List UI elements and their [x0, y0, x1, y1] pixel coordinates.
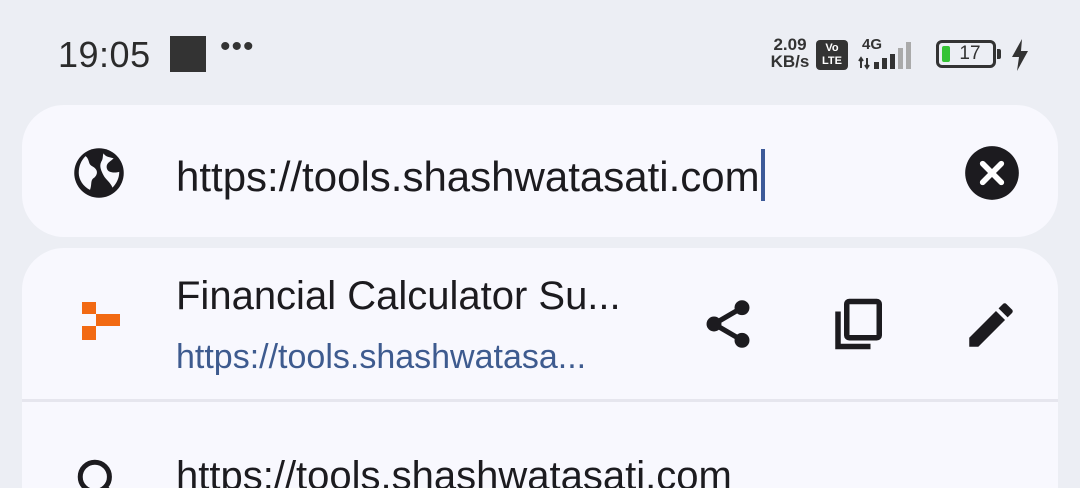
- notification-icon: [170, 36, 206, 72]
- signal-icon: 4G: [858, 36, 922, 72]
- search-icon: [77, 459, 112, 488]
- status-bar: 19:05 ••• 2.09 KB/s Vo LTE 4G 17: [0, 0, 1080, 100]
- volte-top-label: Vo: [825, 42, 839, 54]
- more-notifications-icon: •••: [220, 30, 255, 63]
- network-speed: 2.09 KB/s: [766, 36, 814, 70]
- signal-bars-icon: [858, 42, 911, 70]
- url-bar[interactable]: https://tools.shashwatasati.com: [22, 105, 1058, 237]
- network-speed-unit: KB/s: [770, 52, 810, 71]
- clear-icon[interactable]: [964, 145, 1020, 201]
- volte-icon: Vo LTE: [816, 40, 848, 70]
- battery-level: 17: [959, 43, 981, 64]
- copy-icon[interactable]: [828, 294, 888, 354]
- suggestion-title: Financial Calculator Su...: [176, 274, 621, 318]
- battery-icon: 17: [936, 40, 996, 68]
- edit-icon[interactable]: [962, 296, 1020, 354]
- suggestion-item[interactable]: Financial Calculator Su... https://tools…: [22, 248, 1058, 400]
- status-time: 19:05: [58, 34, 151, 75]
- network-speed-value: 2.09: [773, 35, 807, 54]
- suggestions-list: Financial Calculator Su... https://tools…: [22, 248, 1058, 488]
- volte-bottom-label: LTE: [822, 55, 842, 67]
- share-icon[interactable]: [700, 296, 756, 352]
- text-caret: [760, 149, 765, 201]
- url-input-text[interactable]: https://tools.shashwatasati.com: [176, 153, 760, 200]
- url-input[interactable]: https://tools.shashwatasati.com: [176, 149, 765, 201]
- globe-icon[interactable]: [72, 146, 126, 200]
- charging-icon: [1012, 39, 1028, 71]
- battery-cap: [997, 49, 1001, 59]
- site-favicon-icon: [82, 302, 120, 340]
- suggestion-item[interactable]: https://tools.shashwatasati.com: [22, 402, 1058, 488]
- suggestion-search-text: https://tools.shashwatasati.com: [176, 454, 732, 488]
- suggestion-url: https://tools.shashwatasa...: [176, 338, 587, 376]
